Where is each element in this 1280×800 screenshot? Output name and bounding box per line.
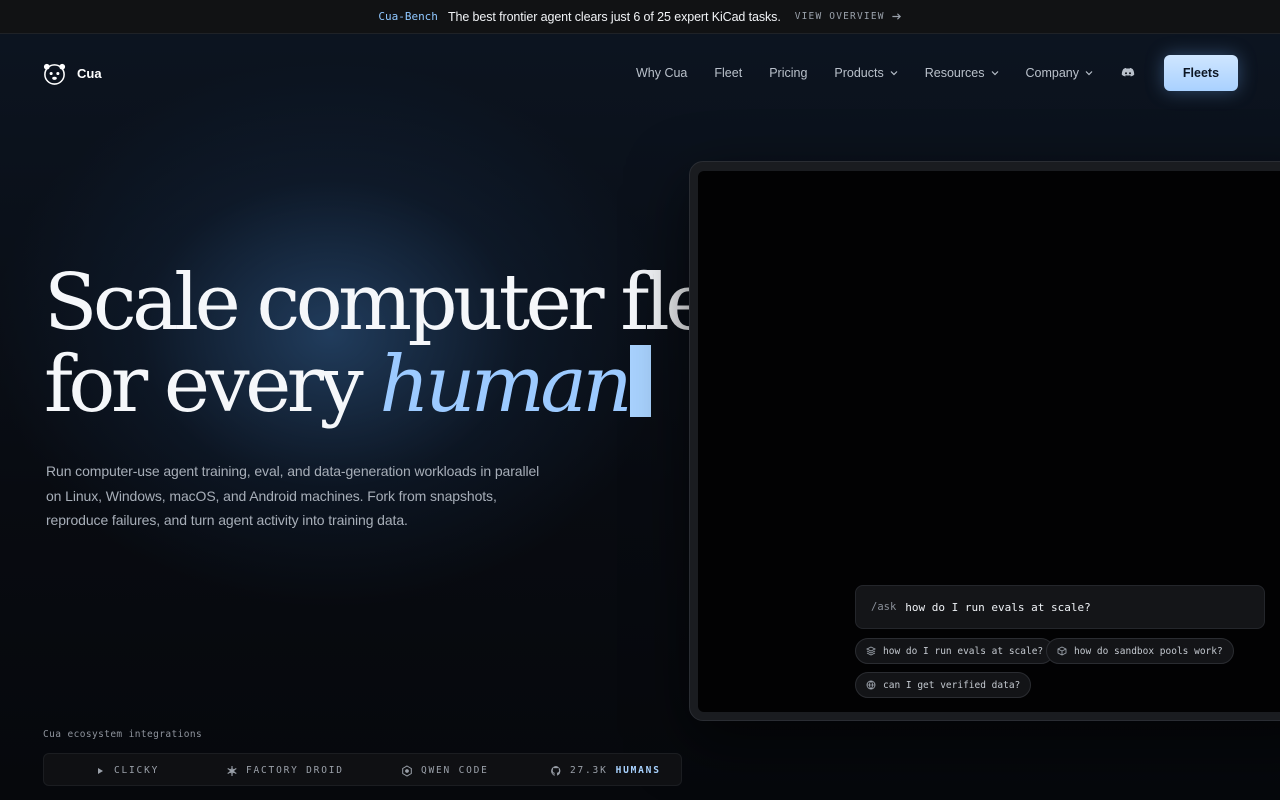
suggestion-label: how do sandbox pools work? [1074,645,1223,657]
announcement-tag[interactable]: Cua-Bench [378,10,438,23]
nav-item-label: Why Cua [635,66,688,80]
brand-name: Cua [77,66,102,81]
integration-label: QWEN CODE [421,765,489,776]
github-icon [551,765,561,776]
nav-item-products[interactable]: Products [834,66,898,80]
snowflake-icon [227,765,237,776]
suggestion-chip[interactable]: can I get verified data? [855,672,1032,698]
announcement-bar: Cua-Bench The best frontier agent clears… [0,0,1280,34]
play-icon [98,767,103,774]
integration-qwen-code[interactable]: QWEN CODE [401,754,489,787]
ask-input[interactable]: /ask how do I run evals at scale? [855,585,1265,629]
brand-logo[interactable]: Cua [42,61,102,86]
typing-cursor [630,345,652,417]
headline-accent-word: human [379,340,632,430]
nav-item-label: Fleet [714,66,743,80]
chevron-down-icon [890,71,898,76]
nav-item-label: Products [834,66,884,80]
discord-icon[interactable] [1120,65,1136,81]
nav-item-why-cua[interactable]: Why Cua [636,66,687,80]
nav-menu: Why Cua Fleet Pricing Products Resources… [636,55,1238,91]
nav-item-label: Pricing [769,66,808,80]
suggestion-chip[interactable]: how do I run evals at scale? [855,638,1055,664]
integration-label: FACTORY DROID [246,765,344,776]
headline-line-2-prefix: for every [44,340,380,430]
chevron-down-icon [1085,71,1093,76]
qwen-icon [402,764,412,777]
nav-item-pricing[interactable]: Pricing [769,66,807,80]
hero-subcopy: Run computer-use agent training, eval, a… [46,463,540,528]
nav-item-resources[interactable]: Resources [925,66,999,80]
main-nav: Cua Why Cua Fleet Pricing Products Resou… [0,34,1280,112]
nav-item-company[interactable]: Company [1026,66,1094,80]
integration-github-humans[interactable]: 27.3K HUMANS [550,754,661,787]
cua-logo-icon [43,63,66,85]
suggestion-label: can I get verified data? [883,679,1021,691]
ask-query: how do I run evals at scale? [905,600,1091,614]
stack-icon [866,646,876,656]
nav-item-fleet[interactable]: Fleet [714,66,742,80]
integration-factory-droid[interactable]: FACTORY DROID [226,754,344,787]
view-overview-link[interactable]: VIEW OVERVIEW [795,11,902,22]
integrations-bar: CLICKY FACTORY DROID QWEN CODE 27.3K HUM… [43,753,682,786]
chevron-down-icon [991,71,998,76]
integration-highlight: HUMANS [615,765,661,776]
cube-icon [1057,646,1067,656]
announcement-message: The best frontier agent clears just 6 of… [447,9,781,24]
integration-clicky[interactable]: CLICKY [94,754,159,787]
nav-item-label: Company [1025,66,1080,80]
suggestion-label: how do I run evals at scale? [883,645,1044,657]
integration-count: 27.3K [570,765,608,776]
globe-icon [866,680,876,690]
view-overview-label: VIEW OVERVIEW [794,11,885,22]
suggestion-chip[interactable]: how do sandbox pools work? [1046,638,1234,664]
ask-command: /ask [871,601,897,613]
nav-item-label: Resources [924,66,985,80]
integration-label: CLICKY [114,765,160,776]
device-screen [698,171,1280,712]
arrow-right-icon [892,13,901,20]
fleets-cta-button[interactable]: Fleets [1164,55,1238,91]
integrations-label: Cua ecosystem integrations [43,729,203,740]
